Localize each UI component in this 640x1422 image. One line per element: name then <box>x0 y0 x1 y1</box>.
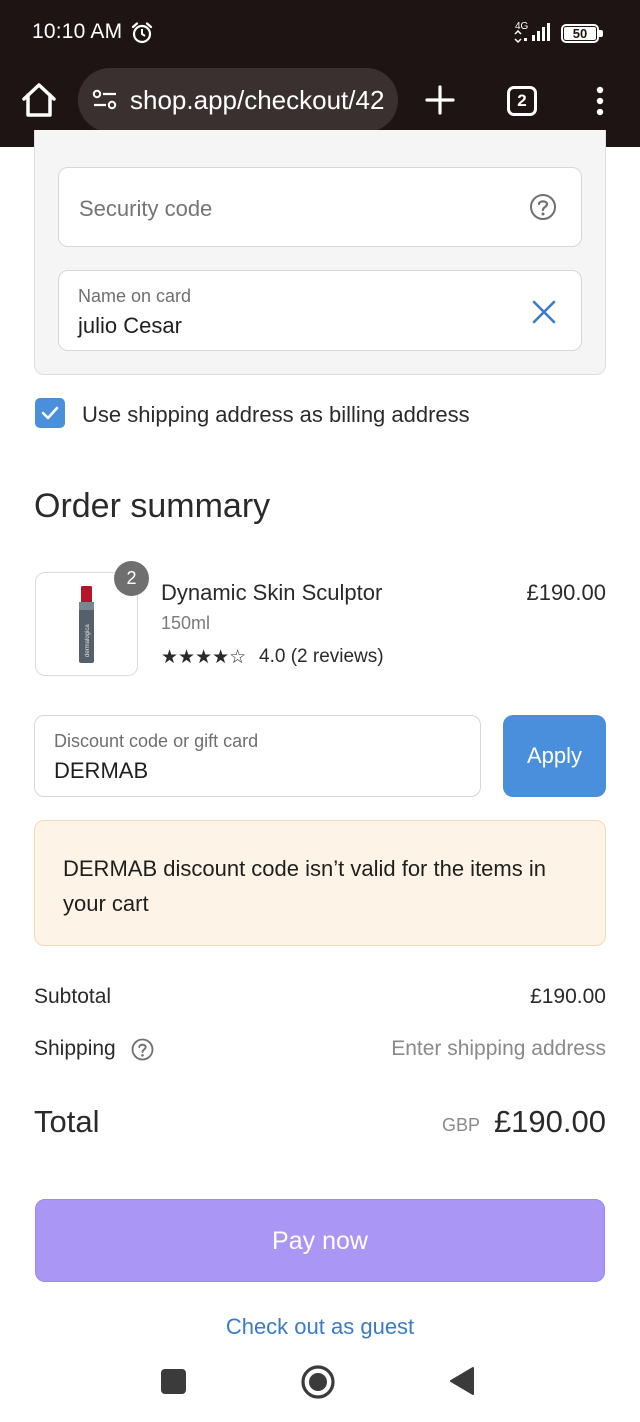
billing-address-checkbox[interactable] <box>35 398 65 428</box>
shipping-value: Enter shipping address <box>391 1037 606 1060</box>
site-settings-icon[interactable] <box>92 89 118 111</box>
product-price: £190.00 <box>526 580 606 605</box>
help-icon[interactable] <box>529 193 557 221</box>
security-code-placeholder: Security code <box>79 196 213 221</box>
billing-address-label[interactable]: Use shipping address as billing address <box>82 402 470 428</box>
alarm-icon <box>131 22 153 44</box>
close-icon[interactable] <box>531 299 557 325</box>
name-on-card-label: Name on card <box>78 286 192 306</box>
tab-switcher-button[interactable]: 2 <box>507 86 537 116</box>
help-icon[interactable] <box>131 1038 154 1061</box>
back-icon[interactable] <box>449 1366 475 1396</box>
discount-error-text: DERMAB discount code isn’t valid for the… <box>63 856 546 916</box>
home-icon[interactable] <box>20 80 58 120</box>
browser-top-bar: 10:10 AM 4G 50 shop.app/checkout/42 2 <box>0 0 640 147</box>
recent-apps-icon[interactable] <box>161 1369 186 1394</box>
guest-checkout-link[interactable]: Check out as guest <box>0 1314 640 1340</box>
discount-error-alert: DERMAB discount code isn’t valid for the… <box>34 820 606 946</box>
home-nav-icon[interactable] <box>300 1364 336 1400</box>
more-menu-icon[interactable] <box>594 86 606 116</box>
security-code-field[interactable]: Security code <box>58 167 582 247</box>
total-label: Total <box>34 1104 100 1139</box>
order-summary-title: Order summary <box>34 487 271 525</box>
discount-code-field[interactable]: Discount code or gift card DERMAB <box>34 715 481 797</box>
discount-code-value[interactable]: DERMAB <box>54 758 148 784</box>
new-tab-icon[interactable] <box>424 84 456 116</box>
battery-icon: 50 <box>561 24 603 43</box>
svg-text:dermalogica: dermalogica <box>85 624 91 657</box>
url-text[interactable]: shop.app/checkout/42 <box>130 85 384 116</box>
total-value: £190.00 <box>493 1104 606 1139</box>
battery-level: 50 <box>572 26 588 41</box>
shipping-label: Shipping <box>34 1037 116 1060</box>
url-bar[interactable]: shop.app/checkout/42 <box>78 68 398 132</box>
name-on-card-field[interactable]: Name on card julio Cesar <box>58 270 582 351</box>
signal-icon: 4G <box>514 21 550 44</box>
status-time: 10:10 AM <box>32 20 123 43</box>
rating-text: 4.0 (2 reviews) <box>259 646 384 667</box>
total-currency: GBP <box>442 1115 481 1135</box>
quantity-badge: 2 <box>114 561 149 596</box>
rating-stars: ★★★★☆ <box>161 647 247 668</box>
name-on-card-value[interactable]: julio Cesar <box>78 313 182 339</box>
product-size: 150ml <box>161 613 211 633</box>
apply-button[interactable]: Apply <box>503 715 606 797</box>
subtotal-label: Subtotal <box>34 985 112 1008</box>
check-icon <box>41 406 59 420</box>
pay-now-button[interactable]: Pay now <box>35 1199 605 1282</box>
discount-code-label: Discount code or gift card <box>54 731 259 751</box>
subtotal-value: £190.00 <box>530 985 606 1008</box>
svg-text:4G: 4G <box>515 21 529 32</box>
product-name: Dynamic Skin Sculptor <box>161 580 383 605</box>
